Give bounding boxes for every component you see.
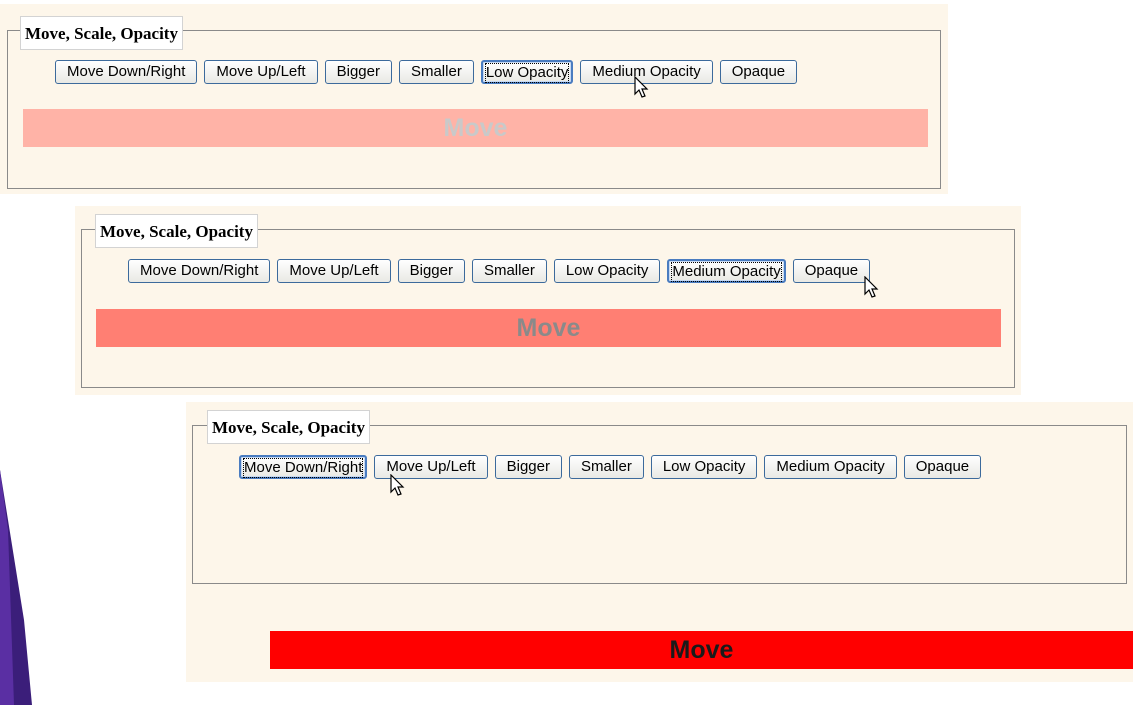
move-down-right-button[interactable]: Move Down/Right xyxy=(55,60,198,84)
button-row: Move Down/Right Move Up/Left Bigger Smal… xyxy=(128,259,871,283)
smaller-button[interactable]: Smaller xyxy=(471,259,547,283)
demo-panel-opaque-moved: Move, Scale, Opacity Move Down/Right Mov… xyxy=(186,402,1133,682)
move-up-left-button[interactable]: Move Up/Left xyxy=(204,60,318,84)
opaque-button[interactable]: Opaque xyxy=(792,259,871,283)
bigger-button[interactable]: Bigger xyxy=(324,60,392,84)
move-down-right-button[interactable]: Move Down/Right xyxy=(239,455,368,479)
medium-opacity-button[interactable]: Medium Opacity xyxy=(764,455,897,479)
fieldset-legend: Move, Scale, Opacity xyxy=(207,410,370,444)
animated-move-box: Move xyxy=(270,631,1133,669)
mouse-pointer-icon xyxy=(390,474,406,498)
opaque-button[interactable]: Opaque xyxy=(903,455,982,479)
mouse-pointer-icon xyxy=(634,76,650,100)
fieldset-legend: Move, Scale, Opacity xyxy=(95,214,258,248)
bigger-button[interactable]: Bigger xyxy=(494,455,562,479)
move-up-left-button[interactable]: Move Up/Left xyxy=(277,259,391,283)
low-opacity-button[interactable]: Low Opacity xyxy=(480,60,574,84)
smaller-button[interactable]: Smaller xyxy=(398,60,474,84)
low-opacity-button[interactable]: Low Opacity xyxy=(650,455,758,479)
bigger-button[interactable]: Bigger xyxy=(397,259,465,283)
button-row: Move Down/Right Move Up/Left Bigger Smal… xyxy=(239,455,982,479)
fieldset-frame xyxy=(192,425,1127,584)
purple-accent-shape xyxy=(0,470,40,705)
low-opacity-button[interactable]: Low Opacity xyxy=(553,259,661,283)
demo-panel-medium-opacity: Move, Scale, Opacity Move Down/Right Mov… xyxy=(75,206,1021,395)
animated-move-box: Move xyxy=(23,109,928,147)
move-down-right-button[interactable]: Move Down/Right xyxy=(128,259,271,283)
animated-move-box: Move xyxy=(96,309,1001,347)
smaller-button[interactable]: Smaller xyxy=(568,455,644,479)
demo-panel-low-opacity: Move, Scale, Opacity Move Down/Right Mov… xyxy=(0,4,948,194)
opaque-button[interactable]: Opaque xyxy=(719,60,798,84)
button-row: Move Down/Right Move Up/Left Bigger Smal… xyxy=(55,60,798,84)
mouse-pointer-icon xyxy=(864,276,880,300)
medium-opacity-button[interactable]: Medium Opacity xyxy=(667,259,786,283)
fieldset-legend: Move, Scale, Opacity xyxy=(20,16,183,50)
